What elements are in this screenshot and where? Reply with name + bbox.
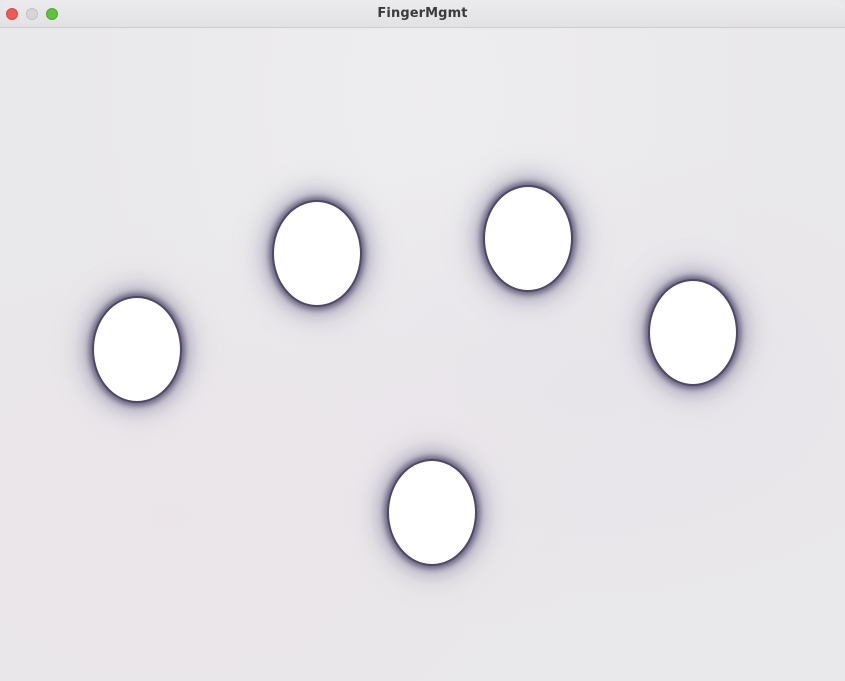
title-bar[interactable]: FingerMgmt	[0, 0, 845, 28]
touch-point-3	[485, 187, 571, 290]
touch-point-2	[274, 202, 360, 305]
touch-point-1	[94, 298, 180, 401]
touch-canvas[interactable]	[0, 28, 845, 681]
touch-point-5	[389, 461, 475, 564]
app-window: FingerMgmt	[0, 0, 845, 681]
window-title: FingerMgmt	[377, 6, 468, 21]
touch-point-4	[650, 281, 736, 384]
